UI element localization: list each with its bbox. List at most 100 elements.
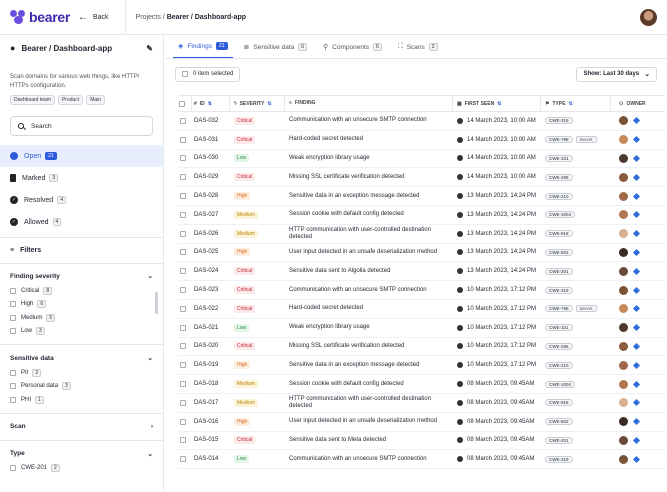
owner-avatar[interactable] [619,153,628,163]
finding-title[interactable]: Hard-coded secret detected [285,305,453,312]
tag[interactable]: Product [57,95,84,105]
table-row[interactable]: DAS-029 Critical Missing SSL certificate v… [178,168,665,188]
type-pill[interactable]: CWE-502 [545,248,573,256]
type-pill[interactable]: CWE-201 [545,267,573,275]
tab-findings[interactable]: ◈ Findings 21 [173,42,233,58]
table-row[interactable]: DAS-021 Low Weak encryption library usage 1… [178,319,665,338]
table-row[interactable]: DAS-015 Critical Sensitive data sent to Me… [178,432,665,451]
checkbox[interactable] [10,314,16,321]
finding-title[interactable]: Communication with an unsecure SMTP conn… [285,117,453,124]
status-marked[interactable]: Marked 3 [0,167,163,189]
table-row[interactable]: DAS-030 Low Weak encryption library usage 1… [178,150,665,169]
checkbox[interactable] [179,268,186,275]
filter-high[interactable]: High 6 [0,298,163,312]
table-row[interactable]: DAS-024 Critical Sensitive data sent to Al… [178,262,665,282]
checkbox[interactable] [179,437,186,444]
owner-avatar[interactable] [619,323,628,333]
type-pill[interactable]: CWE-295 [545,342,573,350]
tag[interactable]: Dashboard team [10,95,55,105]
checkbox[interactable] [179,249,186,256]
checkbox[interactable] [10,328,16,335]
owner-avatar[interactable] [619,285,628,295]
type-header[interactable]: Type ⌄ [0,446,163,462]
finding-title[interactable]: Session cookie with default config detec… [285,381,453,388]
table-row[interactable]: DAS-032 Critical Communication with an uns… [178,112,665,131]
checkbox[interactable] [179,418,186,425]
type-pill[interactable]: CWE-319 [545,117,573,125]
user-avatar[interactable] [640,9,657,26]
checkbox[interactable] [179,287,186,294]
tab-components[interactable]: ⚲ Components 6 [318,43,387,58]
scrollbar[interactable] [155,292,158,314]
sort-icon[interactable]: ⇅ [569,101,573,107]
checkbox[interactable] [179,174,186,181]
owner-avatar[interactable] [619,135,628,145]
checkbox[interactable] [179,399,186,406]
checkbox[interactable] [10,383,16,390]
finding-title[interactable]: HTTP communication with user-controlled … [285,227,453,241]
finding-title[interactable]: Communication with an unsecure SMTP conn… [285,456,453,463]
edit-icon[interactable]: ✎ [146,44,153,53]
owner-avatar[interactable] [619,341,628,351]
owner-avatar[interactable] [619,210,628,220]
breadcrumb-prefix[interactable]: Projects / [136,14,167,21]
back-button[interactable]: ← Back [78,12,109,23]
tag[interactable]: Main [86,95,106,105]
owner-avatar[interactable] [619,191,628,201]
checkbox[interactable] [10,301,16,308]
checkbox[interactable] [179,456,186,463]
type-pill[interactable]: CWE-210 [545,192,573,200]
sensitive-data-header[interactable]: Sensitive data ⌄ [0,350,163,366]
header-finding[interactable]: ≡ FINDING [285,95,453,112]
finding-severity-header[interactable]: Finding severity ⌄ [0,268,163,284]
sort-icon[interactable]: ⇅ [208,101,212,107]
filter-critical[interactable]: Critical 8 [0,284,163,298]
table-row[interactable]: DAS-014 Low Communication with an unsecure… [178,450,665,470]
checkbox[interactable] [179,324,186,331]
finding-title[interactable]: Communication with an unsecure SMTP conn… [285,287,453,294]
type-pill[interactable]: CWE-331 [545,324,573,332]
type-pill[interactable]: CWE-918 [545,399,573,407]
finding-title[interactable]: Session cookie with default config detec… [285,211,453,218]
status-open[interactable]: Open 21 [0,145,163,167]
type-pill[interactable]: CWE-295 [545,173,573,181]
type-pill[interactable]: CWE-201 [545,436,573,444]
header-owner[interactable]: ⚇ OWNER [611,95,665,112]
date-range-select[interactable]: Show: Last 30 days ⌄ [576,66,657,82]
type-pill[interactable]: CWE-502 [545,418,573,426]
checkbox[interactable] [179,193,186,200]
checkbox[interactable] [179,343,186,350]
filter-cwe-201[interactable]: CWE-201 2 [0,462,163,476]
select-all-button[interactable]: 0 item selected [175,66,241,82]
owner-avatar[interactable] [619,172,628,182]
header-severity[interactable]: ϟ SEVERITY ⇅ [230,95,285,112]
checkbox[interactable] [10,396,16,403]
table-row[interactable]: DAS-022 Critical Hard-coded secret detecte… [178,300,665,319]
sort-icon[interactable]: ⇅ [267,101,271,107]
filter-pii[interactable]: PII 2 [0,366,163,380]
table-row[interactable]: DAS-017 Medium HTTP communication with use… [178,394,665,413]
checkbox[interactable] [179,362,186,369]
owner-avatar[interactable] [619,266,628,276]
checkbox[interactable] [179,381,186,388]
finding-title[interactable]: Weak encryption library usage [285,155,453,162]
table-row[interactable]: DAS-026 Medium HTTP communication with use… [178,225,665,244]
finding-title[interactable]: Missing SSL certificate verification det… [285,343,453,350]
checkbox[interactable] [179,211,186,218]
finding-title[interactable]: User input detected in an unsafe deseria… [285,249,453,256]
filter-medium[interactable]: Medium 5 [0,311,163,325]
table-row[interactable]: DAS-023 Critical Communication with an uns… [178,281,665,300]
checkbox[interactable] [179,136,186,143]
type-pill[interactable]: CWE-210 [545,361,573,369]
checkbox[interactable] [10,287,16,294]
checkbox[interactable] [10,369,16,376]
table-row[interactable]: DAS-031 Critical Hard-coded secret detecte… [178,131,665,150]
owner-avatar[interactable] [619,454,628,464]
checkbox[interactable] [179,230,186,237]
sort-icon[interactable]: ⇅ [497,101,501,107]
tab-scans[interactable]: ⛶ Scans 2 [393,43,443,58]
finding-title[interactable]: Sensitive data in an exception message d… [285,362,453,369]
type-pill[interactable]: CWE-331 [545,154,573,162]
type-pill[interactable]: CWE-798 [545,136,573,144]
finding-title[interactable]: Sensitive data sent to Meta detected [285,437,453,444]
